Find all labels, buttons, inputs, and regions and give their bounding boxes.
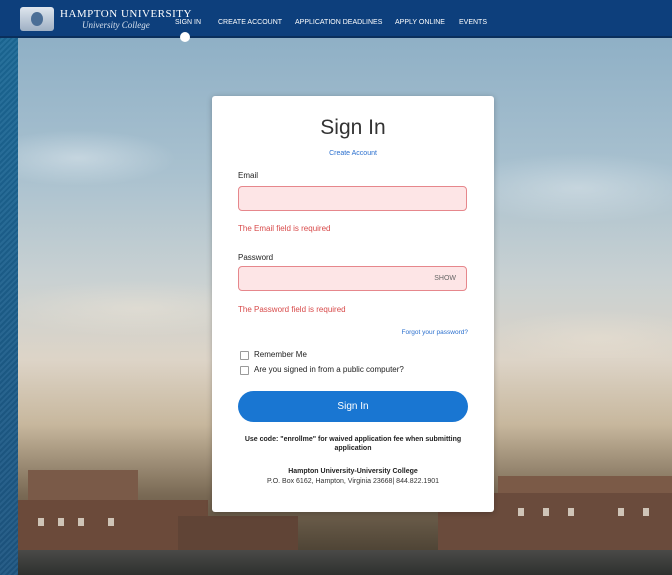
sign-in-button[interactable]: Sign In bbox=[238, 391, 468, 422]
window bbox=[618, 508, 624, 516]
river bbox=[18, 550, 672, 575]
window bbox=[518, 508, 524, 516]
brand-subtitle: University College bbox=[82, 20, 150, 30]
create-account-link[interactable]: Create Account bbox=[212, 150, 494, 157]
page-title: Sign In bbox=[320, 116, 386, 139]
window bbox=[643, 508, 649, 516]
nav-application-deadlines[interactable]: APPLICATION DEADLINES bbox=[295, 19, 382, 26]
footer-institution: Hampton University-University College bbox=[288, 468, 418, 475]
seal-icon bbox=[20, 7, 54, 31]
email-field[interactable] bbox=[238, 186, 467, 211]
nav-sign-in[interactable]: SIGN IN bbox=[175, 19, 201, 26]
university-logo[interactable]: HAMPTON UNIVERSITY University College bbox=[20, 7, 191, 33]
promo-code-note: Use code: "enrollme" for waived applicat… bbox=[244, 436, 462, 452]
password-error: The Password field is required bbox=[238, 305, 346, 314]
email-label: Email bbox=[238, 171, 259, 180]
footer-address: P.O. Box 6162, Hampton, Virginia 23668| … bbox=[266, 478, 440, 485]
remember-me-checkbox[interactable] bbox=[240, 351, 249, 360]
forgot-password-link[interactable]: Forgot your password? bbox=[402, 329, 468, 336]
password-label: Password bbox=[238, 253, 274, 262]
window bbox=[38, 518, 44, 526]
password-field[interactable]: SHOW bbox=[238, 266, 467, 291]
sign-in-card: Sign In Create Account Email The Email f… bbox=[212, 96, 494, 512]
public-computer-label: Are you signed in from a public computer… bbox=[254, 365, 404, 374]
window bbox=[58, 518, 64, 526]
nav-events[interactable]: EVENTS bbox=[459, 19, 487, 26]
show-password-button[interactable]: SHOW bbox=[434, 275, 456, 282]
brand-name: HAMPTON UNIVERSITY bbox=[60, 8, 192, 20]
top-navbar: HAMPTON UNIVERSITY University College SI… bbox=[0, 0, 672, 42]
window bbox=[108, 518, 114, 526]
nav-apply-online[interactable]: APPLY ONLINE bbox=[395, 19, 445, 26]
public-computer-checkbox[interactable] bbox=[240, 366, 249, 375]
email-error: The Email field is required bbox=[238, 224, 331, 233]
window bbox=[78, 518, 84, 526]
window bbox=[568, 508, 574, 516]
active-nav-indicator bbox=[180, 32, 190, 42]
window bbox=[543, 508, 549, 516]
nav-create-account[interactable]: CREATE ACCOUNT bbox=[218, 19, 282, 26]
remember-me-label: Remember Me bbox=[254, 350, 307, 359]
